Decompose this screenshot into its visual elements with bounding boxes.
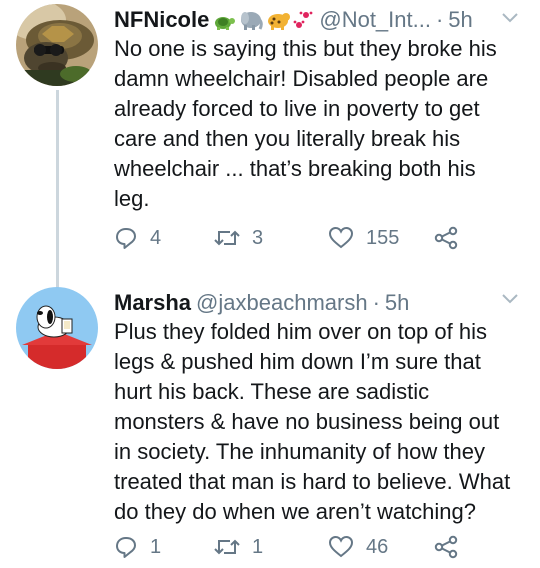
tweet-text-line: treated that man is hard to believe. Wha… xyxy=(114,469,511,494)
tweet-text-line: do they do when we aren’t watching? xyxy=(114,499,477,524)
leopard-emoji-icon xyxy=(268,13,291,30)
retweet-icon xyxy=(214,539,240,555)
tweet-text-line: in society. The inhumanity of how they xyxy=(114,439,485,464)
reply-count: 4 xyxy=(150,226,162,249)
reply-count: 1 xyxy=(150,535,162,558)
reply-button[interactable]: 4 xyxy=(114,226,214,250)
chevron-down-icon[interactable] xyxy=(500,291,520,307)
like-count: 155 xyxy=(366,226,400,249)
tweet-text-line: wheelchair ... that’s breaking both his xyxy=(114,156,476,181)
like-button[interactable]: 46 xyxy=(328,535,434,559)
chevron-down-icon[interactable] xyxy=(500,10,520,26)
turtle-photo-avatar-image xyxy=(16,4,98,86)
tweet-text-line: hurt his back. These are sadistic xyxy=(114,379,430,404)
tweet[interactable]: Marsha @jaxbeachmarsh · 5h Plus they fol… xyxy=(0,285,540,568)
like-count: 46 xyxy=(366,535,389,558)
turtle-emoji-icon xyxy=(215,17,236,30)
tweet-text-line: legs & pushed him down I’m sure that xyxy=(114,349,481,374)
author-name[interactable]: Marsha xyxy=(114,290,191,316)
timestamp[interactable]: 5h xyxy=(448,7,472,33)
author-name[interactable]: NFNicole xyxy=(114,7,209,33)
retweet-count: 1 xyxy=(252,535,264,558)
author-handle[interactable]: @Not_Int... xyxy=(319,7,431,33)
author-handle[interactable]: @jaxbeachmarsh xyxy=(196,290,368,316)
reply-button[interactable]: 1 xyxy=(114,535,214,559)
tweet-text-line: No one is saying this but they broke his xyxy=(114,36,497,61)
tweet-header: NFNicole @Not_Int... · 5h xyxy=(114,2,473,38)
retweet-count: 3 xyxy=(252,226,264,249)
paw-prints-emoji-icon xyxy=(293,11,313,28)
tweet-text: Plus they folded him over on top of his … xyxy=(114,317,522,527)
author-name-emojis xyxy=(212,9,314,31)
tweet-actions: 1 1 46 xyxy=(114,532,474,562)
timestamp[interactable]: 5h xyxy=(385,290,409,316)
tweet[interactable]: NFNicole @Not_Int... · 5h No one is sayi… xyxy=(0,0,540,290)
tweet-text-line: damn wheelchair! Disabled people are xyxy=(114,66,489,91)
avatar[interactable] xyxy=(16,4,98,86)
avatar[interactable] xyxy=(16,287,98,369)
share-icon xyxy=(434,226,458,250)
share-icon xyxy=(434,535,458,559)
tweet-text: No one is saying this but they broke his… xyxy=(114,34,522,214)
elephant-emoji-icon xyxy=(241,12,264,30)
tweet-text-line: monsters & have no business being out xyxy=(114,409,500,434)
reply-icon xyxy=(116,228,136,249)
share-button[interactable] xyxy=(434,535,464,559)
snoopy-doghouse-avatar-image xyxy=(16,287,98,369)
tweet-text-line: Plus they folded him over on top of his xyxy=(114,319,487,344)
tweet-text-line: leg. xyxy=(114,186,150,211)
tweet-actions: 4 3 155 xyxy=(114,223,474,253)
separator-dot: · xyxy=(435,7,444,32)
separator-dot: · xyxy=(372,290,380,315)
heart-icon xyxy=(328,226,354,249)
retweet-button[interactable]: 3 xyxy=(214,227,328,250)
retweet-button[interactable]: 1 xyxy=(214,536,328,559)
tweet-text-line: care and then you literally break his xyxy=(114,126,461,151)
share-button[interactable] xyxy=(434,226,464,250)
thread-connector-line xyxy=(56,90,59,290)
like-button[interactable]: 155 xyxy=(328,226,434,250)
retweet-icon xyxy=(214,230,240,246)
tweet-header: Marsha @jaxbeachmarsh · 5h xyxy=(114,285,409,321)
tweet-text-line: already forced to live in poverty to get xyxy=(114,96,480,121)
heart-icon xyxy=(328,535,354,558)
reply-icon xyxy=(116,537,136,558)
